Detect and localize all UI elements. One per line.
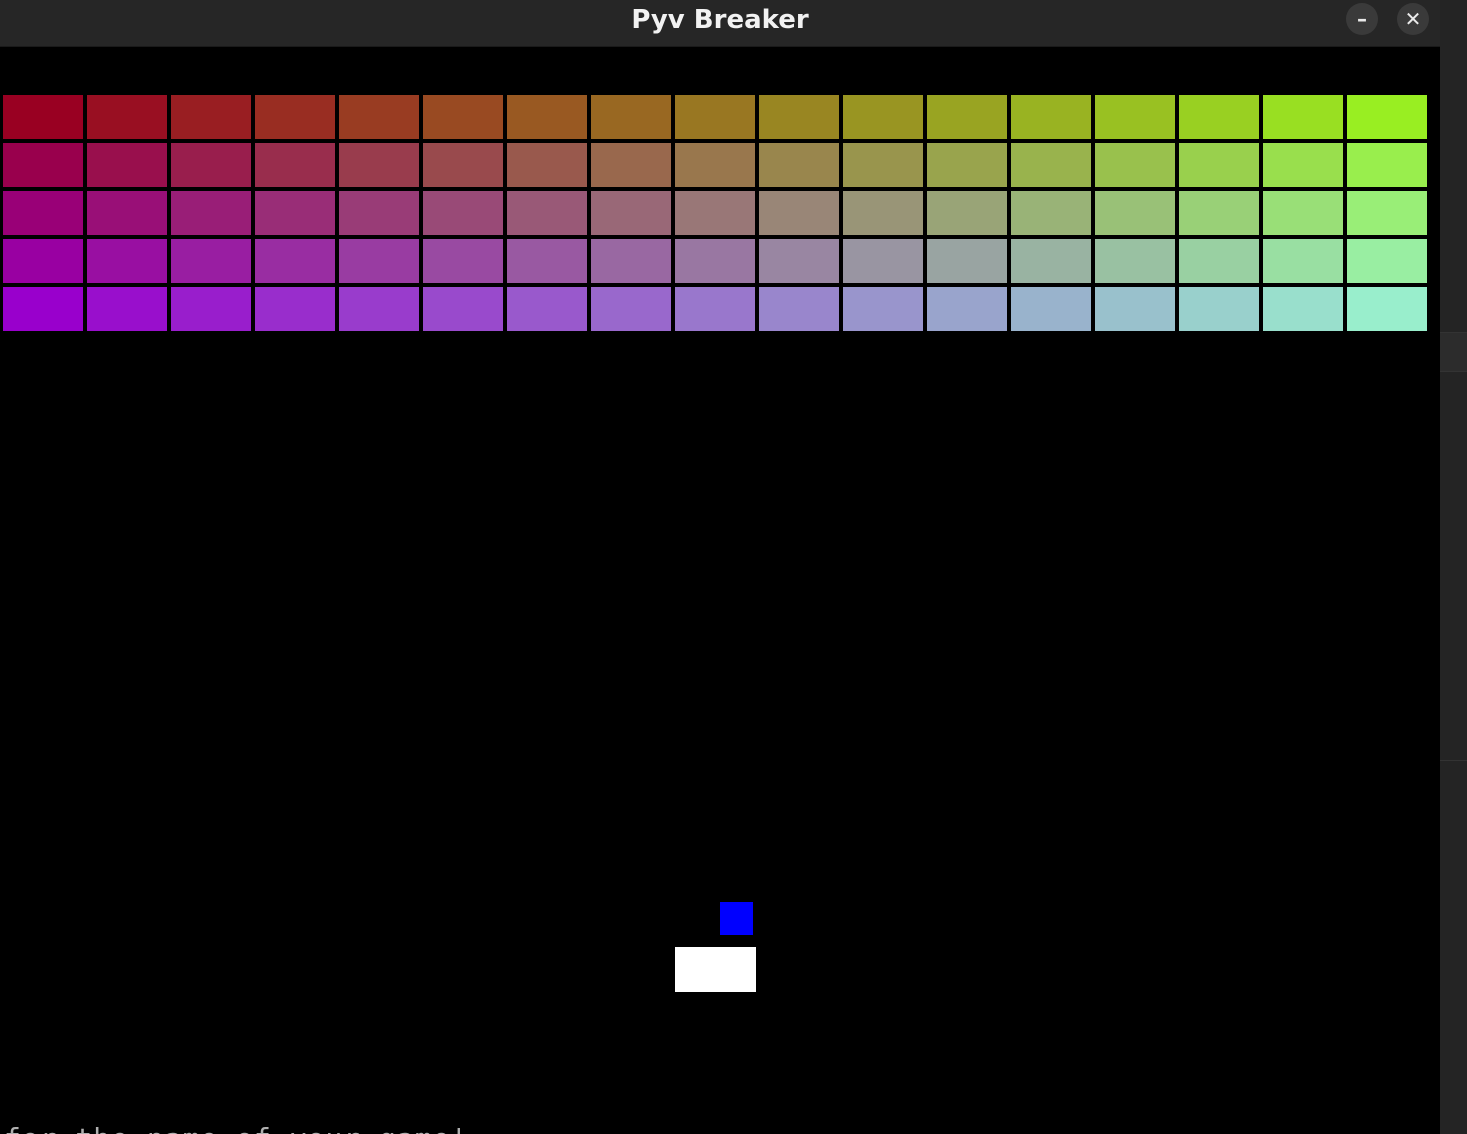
brick [759,191,839,235]
brick [339,191,419,235]
terminal-text: for the name of your game' [4,1122,468,1134]
brick [591,95,671,139]
brick [3,191,83,235]
brick [1179,95,1259,139]
brick [927,95,1007,139]
background-window-divider [1440,760,1467,761]
brick [423,95,503,139]
brick [1179,191,1259,235]
brick [3,143,83,187]
brick [507,239,587,283]
brick [3,239,83,283]
brick [423,191,503,235]
brick [1095,143,1175,187]
brick [1347,287,1427,331]
ball [720,902,753,935]
brick [255,191,335,235]
brick [507,191,587,235]
brick [1347,191,1427,235]
title-bar[interactable]: Pyv Breaker – ✕ [0,0,1440,47]
brick [1263,95,1343,139]
brick [1263,143,1343,187]
brick [675,287,755,331]
brick [339,95,419,139]
brick [87,143,167,187]
brick [927,191,1007,235]
brick [255,95,335,139]
brick [171,239,251,283]
game-canvas[interactable]: for the name of your game' [0,47,1440,1134]
brick [843,191,923,235]
brick [591,287,671,331]
brick [1179,143,1259,187]
brick [423,287,503,331]
brick [255,239,335,283]
close-icon: ✕ [1404,7,1422,31]
brick [843,95,923,139]
brick [3,287,83,331]
brick [1347,239,1427,283]
brick [1095,239,1175,283]
close-button[interactable]: ✕ [1397,3,1429,35]
brick [675,239,755,283]
minimize-button[interactable]: – [1346,3,1378,35]
brick [171,191,251,235]
brick [1263,239,1343,283]
brick [339,239,419,283]
brick [1347,95,1427,139]
brick [843,239,923,283]
game-window: Pyv Breaker – ✕ for the name of your gam… [0,0,1440,1134]
brick [1347,143,1427,187]
brick [759,239,839,283]
brick [87,239,167,283]
minimize-icon: – [1357,7,1367,31]
brick [927,239,1007,283]
brick [171,95,251,139]
brick [1095,191,1175,235]
brick [1011,143,1091,187]
brick [1179,239,1259,283]
brick [759,143,839,187]
brick [843,287,923,331]
brick [1095,287,1175,331]
brick [423,239,503,283]
brick [87,287,167,331]
brick [1095,95,1175,139]
brick [255,287,335,331]
brick [507,143,587,187]
brick [591,239,671,283]
background-window-band [1440,332,1467,372]
window-title: Pyv Breaker [631,5,809,35]
brick [675,95,755,139]
brick [759,287,839,331]
brick [507,95,587,139]
brick [675,191,755,235]
brick [339,143,419,187]
brick [1011,239,1091,283]
brick [171,143,251,187]
brick [171,287,251,331]
brick [1011,95,1091,139]
brick [591,143,671,187]
brick [759,95,839,139]
brick [1179,287,1259,331]
brick [3,95,83,139]
brick [423,143,503,187]
brick [927,287,1007,331]
brick [927,143,1007,187]
brick [591,191,671,235]
brick [843,143,923,187]
brick [339,287,419,331]
brick [1263,287,1343,331]
background-window [1440,0,1467,1134]
brick [1011,287,1091,331]
brick [675,143,755,187]
brick [507,287,587,331]
brick [87,191,167,235]
brick [1011,191,1091,235]
brick [1263,191,1343,235]
brick [255,143,335,187]
paddle[interactable] [675,947,756,992]
brick [87,95,167,139]
